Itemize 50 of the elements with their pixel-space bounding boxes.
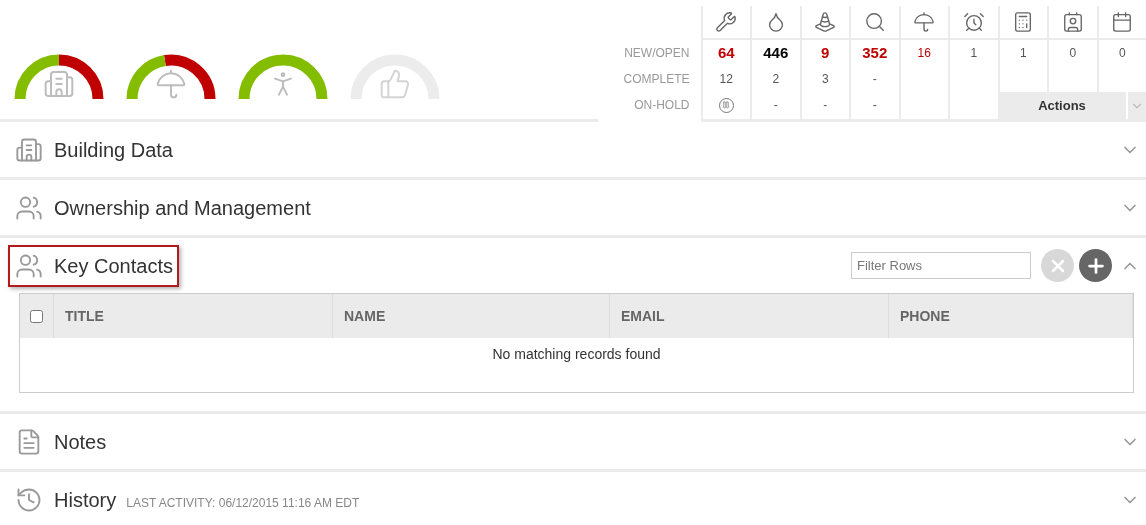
count-value: 352 (862, 42, 888, 63)
count-value: 16 (917, 45, 931, 62)
count-value: 1 (1019, 45, 1027, 62)
row-label: ON-HOLD (634, 97, 690, 114)
count-value: 446 (763, 42, 789, 63)
wrench-icon (715, 11, 738, 33)
select-all-checkbox[interactable] (30, 309, 43, 323)
count-value: 64 (717, 42, 735, 63)
last-activity: LAST ACTIVITY: 06/12/2015 11:16 AM EDT (126, 494, 360, 512)
count-value: 9 (821, 42, 830, 63)
column-header[interactable]: NAME (344, 305, 386, 327)
section-title: Notes (54, 429, 107, 455)
section-title: History (54, 487, 117, 513)
umbrella-icon (913, 11, 936, 33)
section-title: Building Data (54, 137, 173, 163)
column-header[interactable]: EMAIL (621, 305, 665, 327)
section-title: Key Contacts (54, 253, 173, 279)
gauge-remainder (164, 54, 216, 100)
section-header[interactable]: Ownership and Management (8, 186, 317, 229)
row-label: NEW/OPEN (624, 45, 690, 62)
count-value: 0 (1118, 45, 1126, 62)
column-header[interactable]: PHONE (900, 305, 950, 327)
id-card-icon (1061, 11, 1084, 33)
gauge-remainder (58, 54, 104, 100)
count-value: - (773, 97, 778, 114)
section-header[interactable]: History LAST ACTIVITY: 06/12/2015 11:16 AM EDT (8, 478, 366, 521)
alarm-clock-icon (962, 11, 985, 33)
actions-button[interactable]: Actions (998, 92, 1126, 119)
section-title: Ownership and Management (54, 195, 311, 221)
filter-field[interactable]: Filter Rows (851, 252, 1031, 279)
calendar-icon (1111, 11, 1134, 33)
traffic-cone-icon (814, 11, 837, 33)
count-value: - (823, 97, 828, 114)
section-header[interactable]: Notes (8, 420, 113, 463)
count-value: 1 (970, 45, 978, 62)
count-value: - (872, 71, 877, 88)
count-value: 3 (821, 71, 829, 88)
count-value: - (872, 97, 877, 114)
empty-message: No matching records found (492, 345, 661, 364)
row-label: COMPLETE (623, 71, 690, 88)
search-icon (863, 11, 886, 33)
count-value: 2 (772, 71, 780, 88)
count-value: 0 (1069, 45, 1077, 62)
actions-dropdown[interactable] (1128, 92, 1146, 119)
count-value: 12 (719, 71, 733, 88)
section-header[interactable]: Building Data (8, 128, 179, 171)
section-header[interactable]: Key Contacts (8, 244, 179, 287)
add-button[interactable] (1079, 249, 1112, 282)
clear-button[interactable] (1041, 249, 1074, 282)
column-header[interactable]: TITLE (65, 305, 104, 327)
